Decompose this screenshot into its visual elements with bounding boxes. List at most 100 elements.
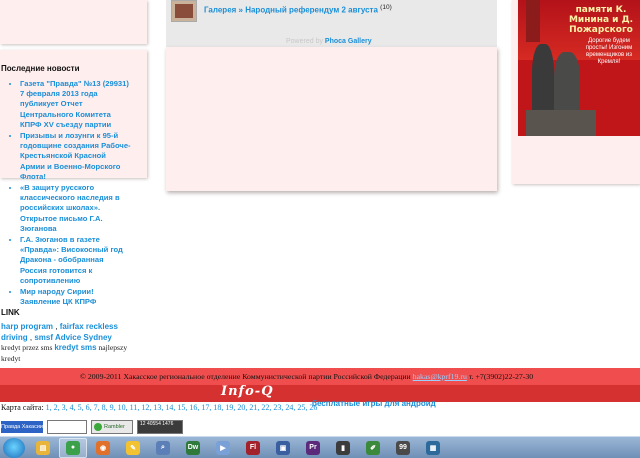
taskbar-item[interactable]: Fl — [239, 438, 267, 458]
sitemap-page-link[interactable]: 12, — [141, 403, 151, 412]
sitemap-page-link[interactable]: 17, — [201, 403, 211, 412]
left-top-panel — [0, 0, 147, 44]
dreamweaver-icon: Dw — [186, 440, 200, 455]
news-heading: Последние новости — [1, 64, 80, 73]
sitemap-page-link[interactable]: 20, — [237, 403, 247, 412]
chrome-icon: ● — [66, 440, 80, 455]
sitemap-page-link[interactable]: 26 — [309, 403, 317, 412]
gallery-count: (10) — [380, 4, 392, 11]
poster-caption: Дорогие будем просты! Изгоним временщико… — [585, 38, 633, 65]
kredyt-text: kredyt przez sms — [1, 343, 55, 352]
hit-counter[interactable] — [47, 419, 87, 434]
email-link[interactable]: hakas@kprf19.ru — [413, 372, 467, 381]
powered-text: Powered by — [286, 38, 323, 45]
notes-icon: ✎ — [126, 440, 140, 455]
media-player-icon: 99 — [396, 440, 410, 455]
news-item[interactable]: Газета "Правда" №13 (29931) 7 февраля 20… — [20, 79, 132, 130]
kredyt-sms-link[interactable]: kredyt sms — [54, 343, 96, 352]
separator: , — [53, 322, 60, 331]
sitemap-label: Карта сайта: — [1, 403, 46, 412]
taskbar-item[interactable]: Pr — [299, 438, 327, 458]
sitemap-page-link[interactable]: 4, — [70, 403, 76, 412]
news-list: Газета "Правда" №13 (29931) 7 февраля 20… — [8, 79, 132, 308]
sitemap-page-link[interactable]: 23, — [273, 403, 283, 412]
sitemap-page-link[interactable]: 3, — [62, 403, 68, 412]
sitemap-page-link[interactable]: 1, — [46, 403, 52, 412]
poster-headline: памяти К. Минина и Д. Пожарского — [568, 5, 634, 35]
phoca-gallery-link[interactable]: Phoca Gallery — [325, 38, 372, 45]
pravda-counter[interactable]: Правда Хакасии — [1, 420, 43, 433]
news-item[interactable]: Мир народу Сирии! Заявление ЦК КПРФ — [20, 287, 132, 307]
search-icon: ⌕ — [156, 440, 170, 455]
news-link[interactable]: Призывы и лозунги к 95-й годовщине созда… — [20, 131, 131, 181]
terminal-icon: ▮ — [336, 440, 350, 455]
sitemap-page-link[interactable]: 19, — [225, 403, 235, 412]
liveinternet-counter[interactable]: 12 40554 1476 — [137, 419, 183, 434]
copyright-bar: © 2009-2011 Хакасское региональное отдел… — [0, 368, 640, 385]
taskbar-item[interactable]: ✐ — [359, 438, 387, 458]
sitemap-page-link[interactable]: 16, — [189, 403, 199, 412]
taskbar-item[interactable]: ▣ — [269, 438, 297, 458]
table-icon: ▦ — [426, 440, 440, 455]
smsf-link[interactable]: smsf Advice Sydney — [34, 333, 112, 342]
news-item[interactable]: Г.А. Зюганов в газете «Правда»: Високосн… — [20, 235, 132, 286]
sitemap-page-link[interactable]: 18, — [213, 403, 223, 412]
sitemap-page-link[interactable]: 6, — [86, 403, 92, 412]
sitemap-page-link[interactable]: 25, — [297, 403, 307, 412]
save-icon: ▣ — [276, 440, 290, 455]
windows-taskbar: ▤ ● ◉ ✎ ⌕ Dw ▶ Fl ▣ Pr ▮ ✐ 99 ▦ — [0, 436, 640, 458]
sitemap-page-link[interactable]: 24, — [285, 403, 295, 412]
sitemap-page-link[interactable]: 10, — [118, 403, 128, 412]
android-games-link[interactable]: бесплатные игры для андроид — [312, 399, 436, 408]
sitemap-page-link[interactable]: 15, — [177, 403, 187, 412]
news-item[interactable]: «В защиту русского классического наследи… — [20, 183, 132, 234]
taskbar-item[interactable]: 99 — [389, 438, 417, 458]
gallery-link[interactable]: Галерея » Народный референдум 2 августа — [204, 6, 378, 15]
sitemap-page-link[interactable]: 22, — [261, 403, 271, 412]
news-link[interactable]: «В защиту русского классического наследи… — [20, 183, 120, 233]
sitemap: Карта сайта: 1, 2, 3, 4, 5, 6, 7, 8, 9, 10, 11, 12,… — [1, 403, 319, 412]
edit-icon: ✐ — [366, 440, 380, 455]
links-heading: LINK — [1, 308, 20, 317]
taskbar-item[interactable]: ⌕ — [149, 438, 177, 458]
sitemap-page-link[interactable]: 9, — [110, 403, 116, 412]
gallery-thumbnail[interactable] — [171, 0, 197, 22]
taskbar-item[interactable]: ▮ — [329, 438, 357, 458]
rambler-counter[interactable]: Rambler TOP100 — [91, 419, 133, 442]
taskbar-item[interactable]: ▦ — [419, 438, 447, 458]
premiere-icon: Pr — [306, 440, 320, 455]
center-content-panel — [166, 47, 497, 191]
taskbar-item[interactable]: ◉ — [89, 438, 117, 458]
news-link[interactable]: Газета "Правда" №13 (29931) 7 февраля 20… — [20, 79, 129, 129]
news-link[interactable]: Мир народу Сирии! Заявление ЦК КПРФ — [20, 287, 96, 306]
sitemap-page-link[interactable]: 14, — [165, 403, 175, 412]
sitemap-page-link[interactable]: 11, — [130, 403, 140, 412]
media-icon: ▶ — [216, 440, 230, 455]
sitemap-page-link[interactable]: 7, — [94, 403, 100, 412]
sitemap-pages: 1, 2, 3, 4, 5, 6, 7, 8, 9, 10, 11, 12, 13, 14, 15, 16, 1… — [46, 403, 320, 412]
harp-program-link[interactable]: harp program — [1, 322, 53, 331]
sitemap-page-link[interactable]: 5, — [78, 403, 84, 412]
flash-icon: Fl — [246, 440, 260, 455]
site-logo[interactable]: Info-Q — [221, 384, 274, 399]
news-item[interactable]: Призывы и лозунги к 95-й годовщине созда… — [20, 131, 132, 182]
sitemap-page-link[interactable]: 8, — [102, 403, 108, 412]
taskbar-item[interactable]: Dw — [179, 438, 207, 458]
taskbar-item[interactable]: ▤ — [29, 438, 57, 458]
news-link[interactable]: Г.А. Зюганов в газете «Правда»: Високосн… — [20, 235, 123, 285]
poster-banner[interactable]: памяти К. Минина и Д. Пожарского Дорогие… — [518, 0, 640, 136]
sitemap-page-link[interactable]: 2, — [54, 403, 60, 412]
counters-row: Правда Хакасии Rambler TOP100 12 40554 1… — [1, 419, 183, 442]
explorer-icon: ▤ — [36, 440, 50, 455]
sitemap-page-link[interactable]: 21, — [249, 403, 259, 412]
sitemap-page-link[interactable]: 13, — [153, 403, 163, 412]
taskbar-item[interactable]: ● — [59, 437, 87, 458]
gallery-link-row: Галерея » Народный референдум 2 августа … — [204, 4, 392, 15]
powered-by: Powered by Phoca Gallery — [286, 38, 372, 45]
phone-text: т. +7(3902)22-27-30 — [468, 372, 534, 381]
links-block: harp program , fairfax reckless driving … — [1, 322, 131, 364]
firefox-icon: ◉ — [96, 440, 110, 455]
taskbar-item[interactable]: ▶ — [209, 438, 237, 458]
taskbar-item[interactable]: ✎ — [119, 438, 147, 458]
start-button[interactable] — [3, 437, 25, 458]
